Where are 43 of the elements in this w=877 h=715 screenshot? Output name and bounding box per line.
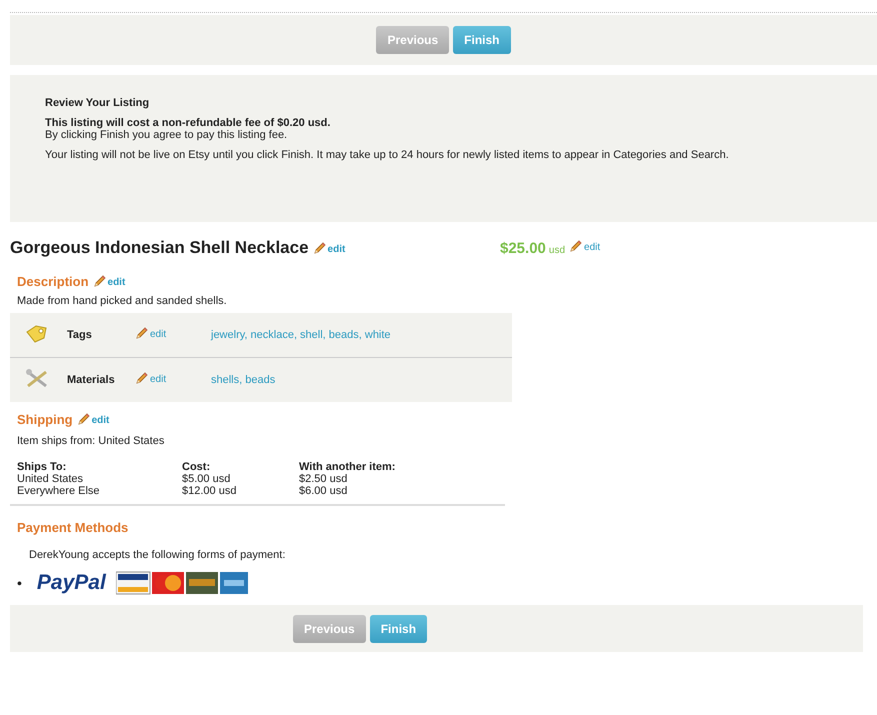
edit-link[interactable]: edit	[108, 277, 126, 288]
pencil-icon	[76, 413, 90, 426]
section-heading: Payment Methods	[17, 520, 128, 535]
description-text: Made from hand picked and sanded shells.	[17, 295, 228, 307]
column-header: With another item:	[299, 461, 396, 473]
edit-link[interactable]: edit	[150, 374, 166, 385]
edit-link[interactable]: edit	[328, 244, 346, 254]
pencil-icon	[92, 275, 106, 288]
attribute-value[interactable]: shells, beads	[211, 374, 276, 386]
payment-text: DerekYoung accepts the following forms of payment:	[29, 549, 286, 561]
section-heading: Description	[17, 274, 89, 289]
section-heading: Shipping	[17, 412, 73, 427]
bullet: •	[17, 575, 22, 591]
column-header: Ships To:	[17, 461, 68, 473]
agreement-text: By clicking Finish you agree to pay this listing fee.	[45, 129, 288, 141]
attribute-label: Materials	[67, 374, 116, 386]
pencil-icon	[135, 327, 148, 340]
table-cell-text: $6.00 usd	[299, 485, 348, 497]
table-cell-text: $5.00 usd	[182, 473, 232, 485]
price: $25.00	[500, 240, 546, 257]
paypal-logo: PayPal	[36, 571, 106, 595]
table-cell-text: $2.50 usd	[299, 473, 348, 485]
table-cell-text: United States	[17, 473, 84, 485]
table-cell-text: $12.00 usd	[182, 485, 238, 497]
column-header: Cost:	[182, 461, 212, 473]
live-notice: Your listing will not be live on Etsy until you click Finish. It may take up to 24 hours for newly listed items to appear in Categories and Search.	[45, 149, 730, 161]
finish-button[interactable]: Finish	[370, 614, 428, 642]
finish-button[interactable]: Finish	[453, 26, 511, 54]
edit-link[interactable]: edit	[150, 329, 166, 340]
table-cell-text: Everywhere Else	[17, 485, 101, 497]
edit-link[interactable]: edit	[584, 242, 600, 253]
pencil-icon	[569, 240, 582, 253]
pencil-icon	[312, 242, 326, 254]
attribute-value[interactable]: jewelry, necklace, shell, beads, white	[211, 329, 391, 341]
edit-link[interactable]: edit	[92, 415, 110, 426]
pencil-icon	[135, 372, 148, 385]
review-heading: Review Your Listing	[45, 97, 150, 109]
tools-icon	[24, 368, 50, 388]
currency: usd	[548, 245, 566, 256]
listing-title: Gorgeous Indonesian Shell Necklace	[10, 238, 309, 258]
attribute-label: Tags	[67, 329, 93, 341]
origin-text: Item ships from: United States	[17, 435, 166, 447]
fee-notice: This listing will cost a non-refundable fee of $0.20 usd.	[45, 117, 332, 129]
